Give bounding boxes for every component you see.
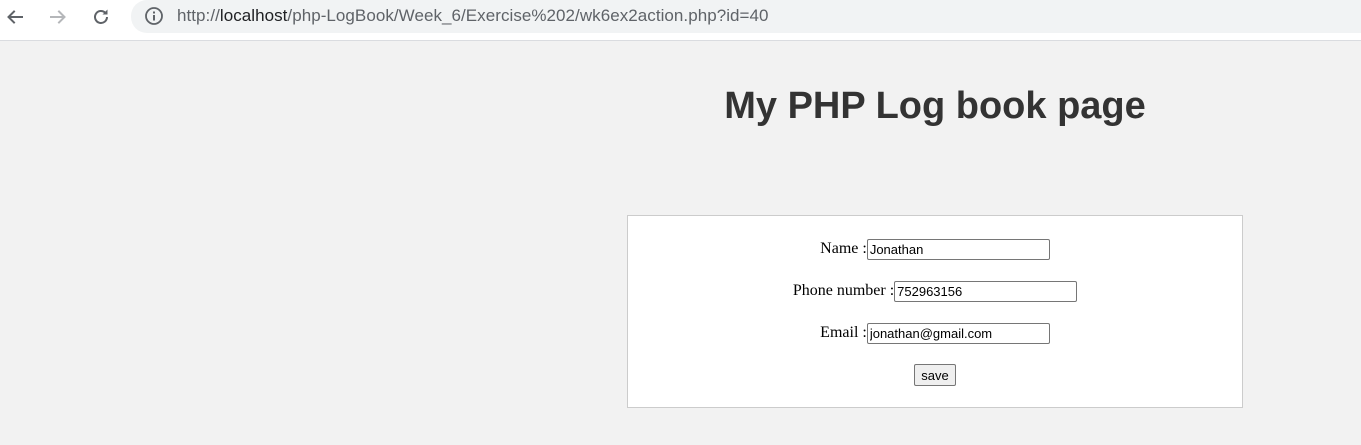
email-row: Email :: [628, 321, 1242, 345]
url-text[interactable]: http://localhost/php-LogBook/Week_6/Exer…: [177, 6, 769, 26]
phone-field[interactable]: [894, 280, 1078, 302]
url-scheme: http://: [177, 6, 220, 25]
reload-icon: [94, 9, 108, 24]
phone-row: Phone number :: [628, 279, 1242, 303]
log-form: Name : Phone number : Email : save: [627, 215, 1243, 408]
save-button[interactable]: save: [914, 364, 956, 386]
reload-button[interactable]: [88, 4, 114, 30]
url-path: /php-LogBook/Week_6/Exercise%202/wk6ex2a…: [287, 6, 769, 25]
address-bar[interactable]: http://localhost/php-LogBook/Week_6/Exer…: [131, 0, 1361, 33]
name-row: Name :: [628, 237, 1242, 261]
email-label: Email :: [820, 324, 867, 341]
name-field[interactable]: [866, 238, 1050, 260]
email-field[interactable]: [866, 322, 1050, 344]
phone-label: Phone number :: [792, 282, 895, 299]
browser-toolbar: http://localhost/php-LogBook/Week_6/Exer…: [0, 0, 1361, 41]
save-row: save: [628, 364, 1242, 386]
arrow-left-icon: [7, 10, 23, 24]
forward-button[interactable]: [45, 4, 71, 30]
name-label: Name :: [820, 240, 867, 257]
back-button[interactable]: [2, 4, 28, 30]
info-circle-icon[interactable]: [144, 6, 164, 26]
url-host: localhost: [219, 6, 288, 25]
arrow-right-icon: [50, 10, 66, 24]
page-title: My PHP Log book page: [724, 85, 1146, 127]
